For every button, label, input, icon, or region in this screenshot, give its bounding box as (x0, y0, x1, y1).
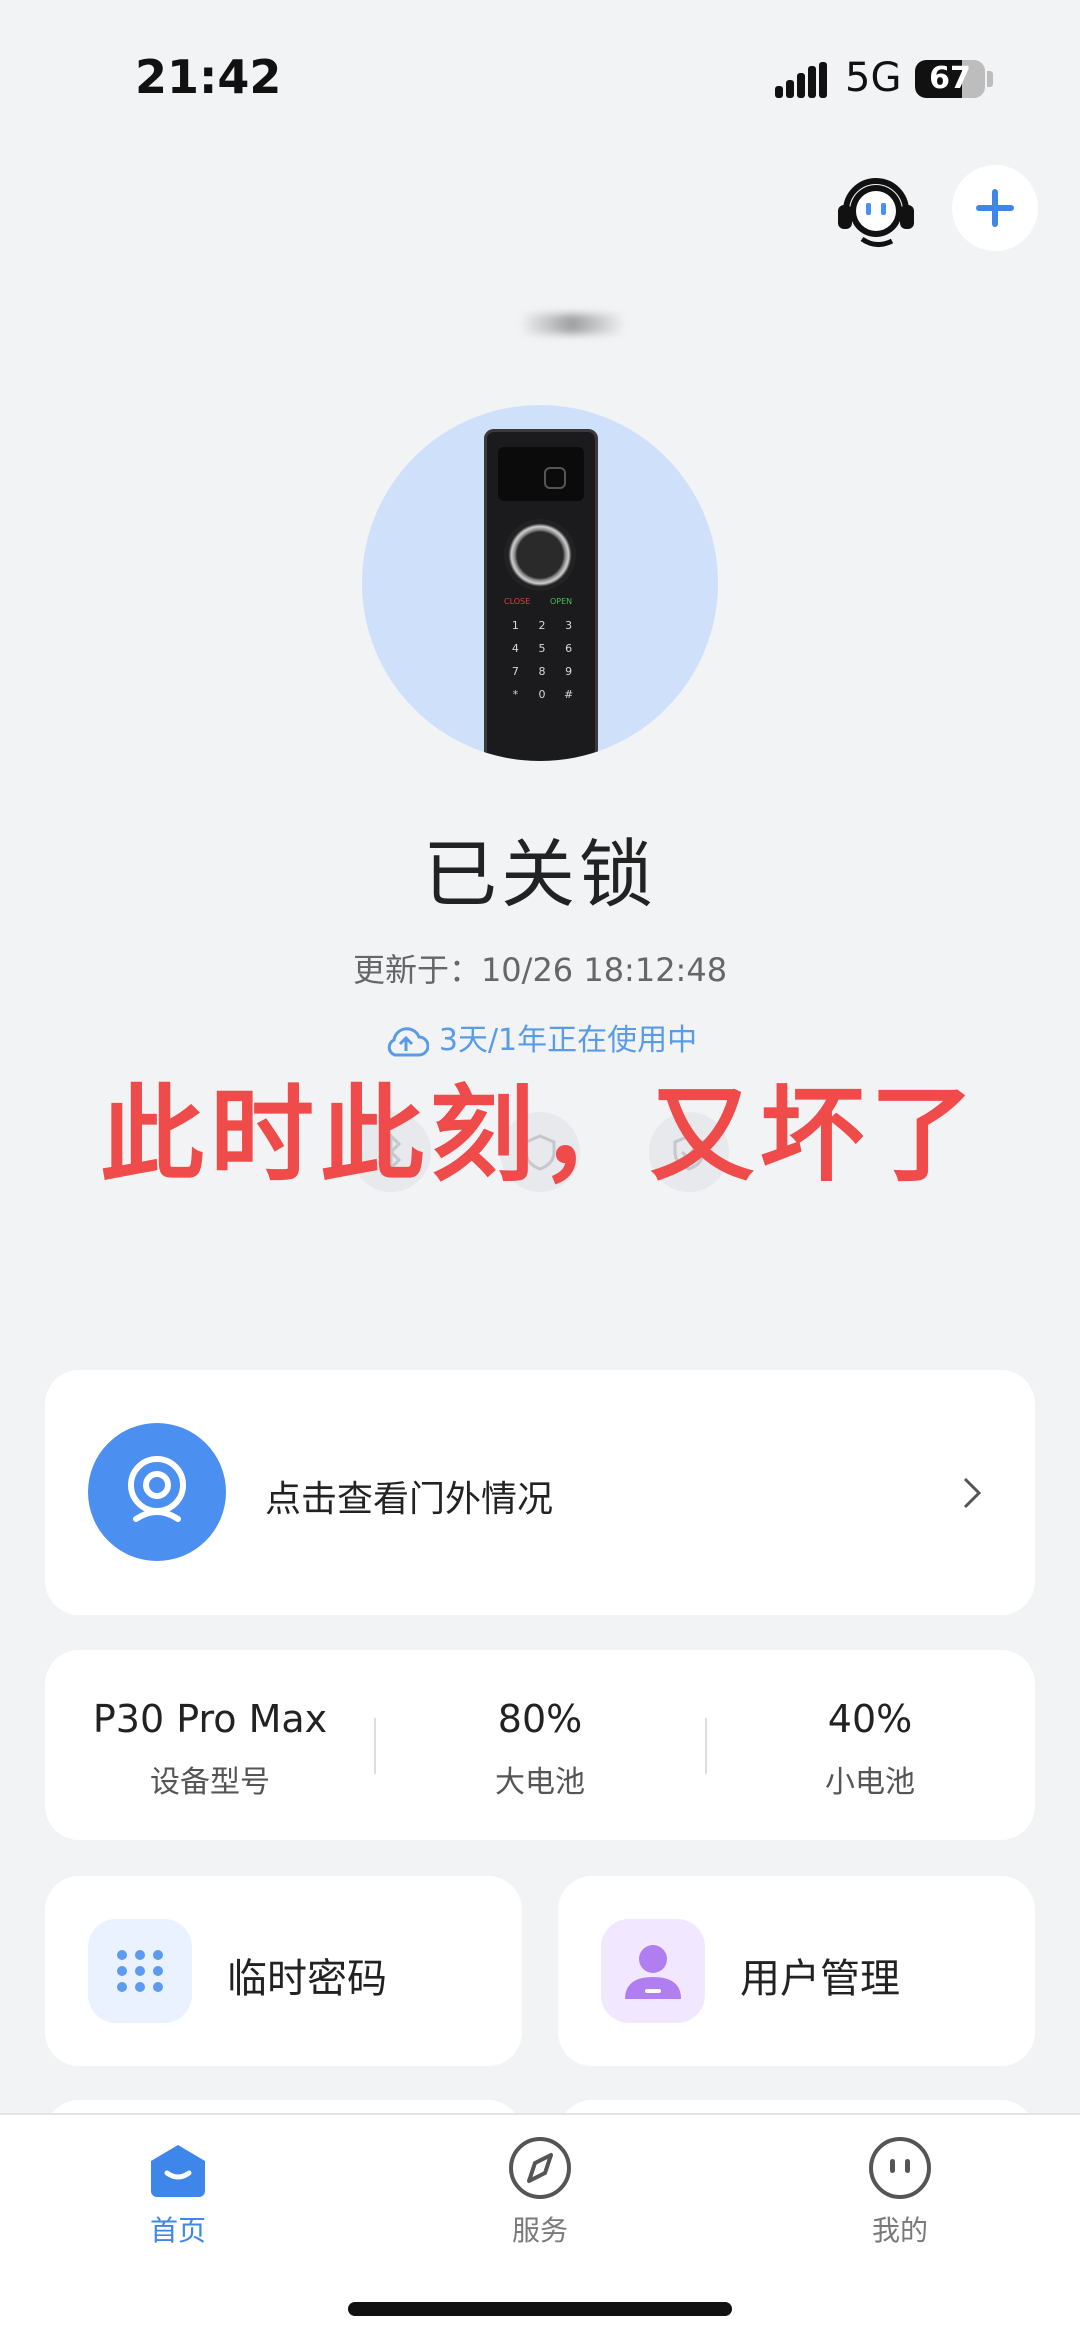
smart-lock-illustration: CLOSE OPEN 1 2 3 4 5 6 7 8 9 * 0 # (484, 429, 598, 761)
lock-camera-icon (544, 467, 566, 489)
home-indicator (348, 2302, 732, 2316)
chevron-right-icon (963, 1477, 982, 1509)
camera-card-label: 点击查看门外情况 (265, 1479, 554, 1520)
info-small-battery-label: 小电池 (825, 1765, 915, 1800)
network-label: 5G (845, 55, 902, 101)
lock-fingerprint-ring (504, 519, 576, 591)
lock-status: 已关锁 (423, 832, 657, 918)
info-model-value: P30 Pro Max (92, 1697, 328, 1741)
info-big-battery: 80% 大电池 (375, 1650, 705, 1840)
keypad-glyph (117, 1950, 163, 1992)
battery-icon: 67 (915, 60, 985, 98)
device-info-card: P30 Pro Max 设备型号 80% 大电池 40% 小电池 (45, 1650, 1035, 1840)
user-glyph (625, 1945, 681, 1999)
info-big-battery-value: 80% (497, 1697, 583, 1741)
user-icon (601, 1919, 705, 2023)
battery-text: 67 (929, 61, 971, 96)
nav-service[interactable]: 服务 (440, 2135, 640, 2249)
keypad-key: 5 (538, 642, 546, 655)
keypad-key: 8 (538, 665, 546, 678)
status-time: 21:42 (135, 50, 282, 104)
keypad-key: 9 (565, 665, 573, 678)
info-small-battery-value: 40% (827, 1697, 913, 1741)
device-name-redacted (520, 314, 625, 334)
keypad-open-label: OPEN (550, 597, 573, 606)
nav-home[interactable]: 首页 (78, 2135, 278, 2249)
info-small-battery: 40% 小电池 (705, 1650, 1035, 1840)
home-icon (145, 2135, 211, 2201)
home-glyph (151, 2145, 205, 2197)
keypad-key: 4 (511, 642, 519, 655)
profile-icon (867, 2135, 933, 2201)
battery-tip (987, 71, 993, 87)
info-big-battery-label: 大电池 (495, 1765, 585, 1800)
keypad-key: 1 (511, 619, 519, 632)
keypad-key: * (512, 688, 519, 701)
profile-glyph (869, 2137, 931, 2199)
camera-icon (88, 1423, 226, 1561)
keypad-key: 2 (538, 619, 546, 632)
webcam-glyph (128, 1456, 186, 1522)
info-model-label: 设备型号 (150, 1765, 270, 1800)
user-management-card[interactable]: 用户管理 (558, 1876, 1035, 2066)
keypad-icon (88, 1919, 192, 2023)
lock-image: CLOSE OPEN 1 2 3 4 5 6 7 8 9 * 0 # (362, 405, 718, 761)
user-management-label: 用户管理 (740, 1956, 900, 2002)
customer-service-icon[interactable] (832, 165, 920, 253)
nav-profile[interactable]: 我的 (800, 2135, 1000, 2249)
nav-profile-label: 我的 (871, 2214, 928, 2247)
compass-glyph (509, 2137, 571, 2199)
keypad-key: 0 (538, 688, 546, 701)
keypad-key: 3 (565, 619, 573, 632)
info-model: P30 Pro Max 设备型号 (45, 1650, 375, 1840)
nav-service-label: 服务 (511, 2214, 568, 2247)
nav-home-label: 首页 (149, 2214, 206, 2247)
lock-keypad: 1 2 3 4 5 6 7 8 9 * 0 # (502, 619, 582, 701)
keypad-close-label: CLOSE (504, 597, 531, 606)
lock-screen (498, 447, 584, 501)
updated-time: 更新于：10/26 18:12:48 (352, 951, 728, 989)
temp-password-card[interactable]: 临时密码 (45, 1876, 522, 2066)
temp-password-label: 临时密码 (227, 1956, 387, 2002)
signal-icon (775, 62, 827, 98)
add-device-button[interactable] (952, 165, 1038, 251)
plus-icon (976, 189, 1014, 227)
keypad-key: # (564, 688, 574, 701)
door-camera-card[interactable]: 点击查看门外情况 (45, 1370, 1035, 1615)
keypad-key: 7 (511, 665, 519, 678)
compass-icon (507, 2135, 573, 2201)
keypad-key: 6 (565, 642, 573, 655)
overlay-caption: 此时此刻，又坏了 (99, 1074, 980, 1196)
